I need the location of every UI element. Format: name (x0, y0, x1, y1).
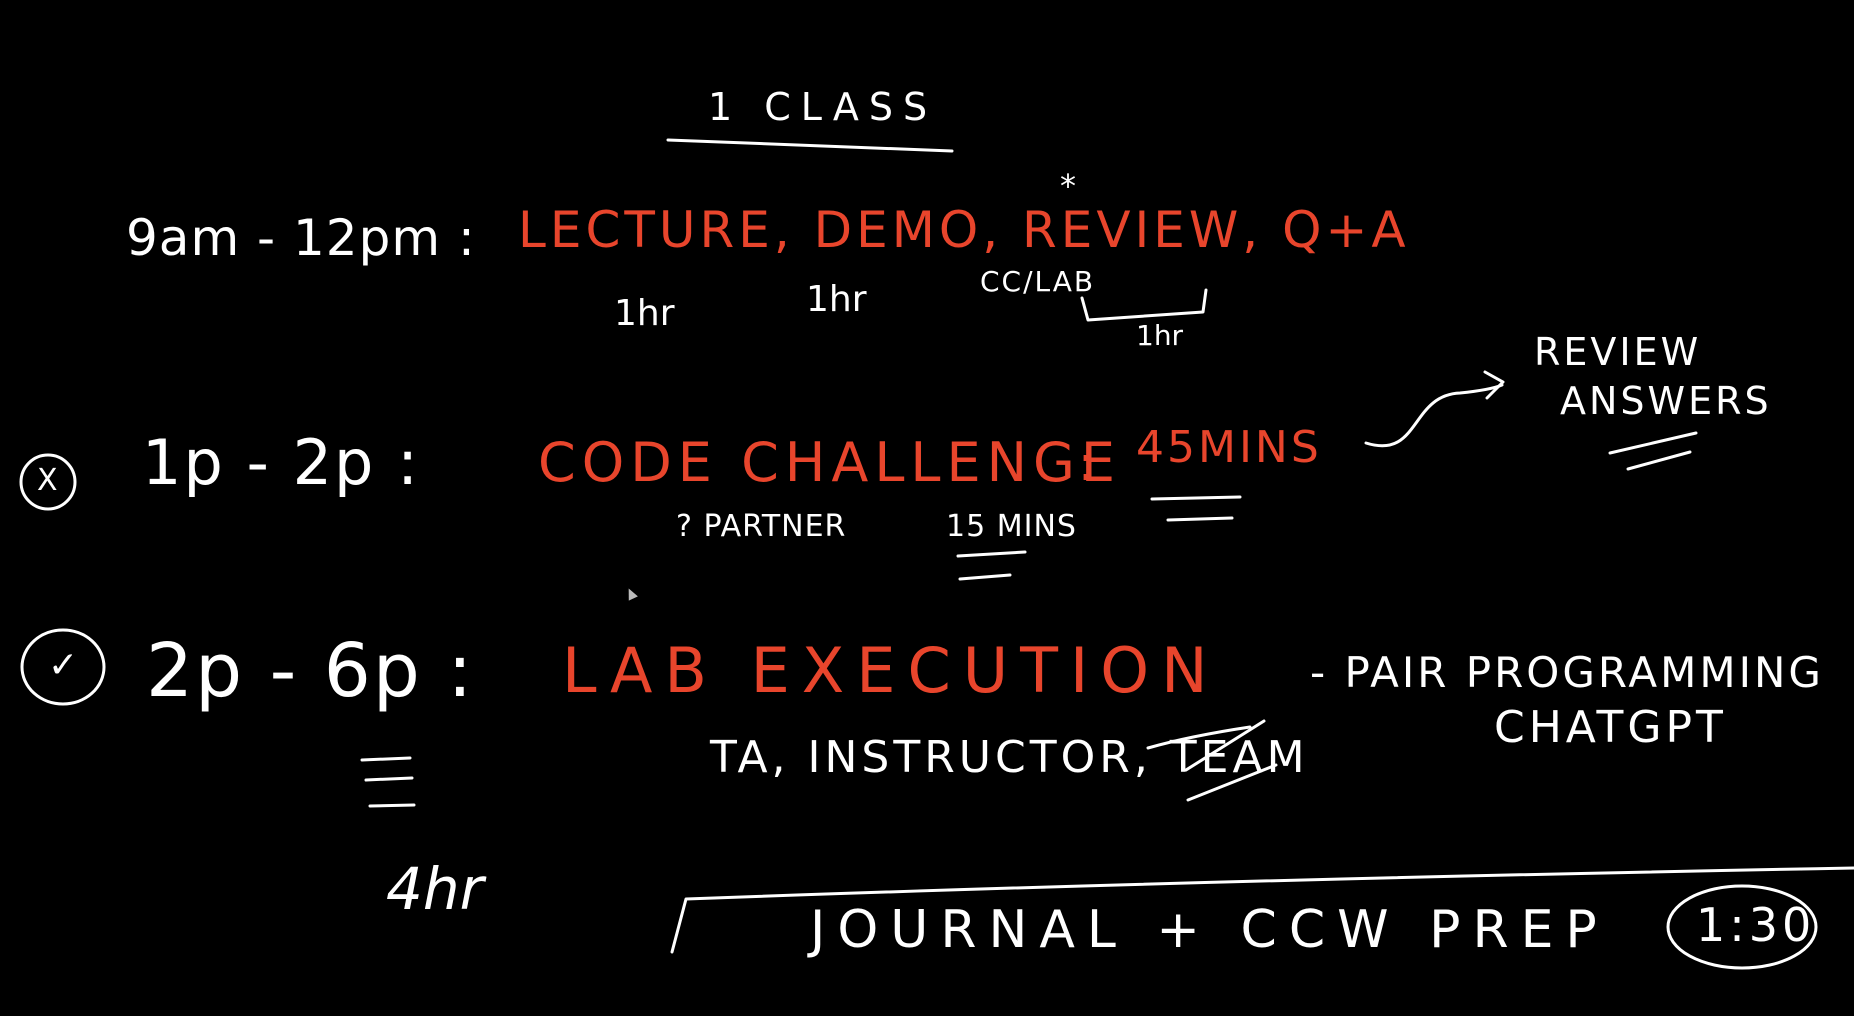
review-arrow-head (1483, 370, 1505, 400)
duration-underline-1 (1150, 495, 1242, 501)
partner-underline-1 (956, 550, 1027, 558)
row2-followup-answers: ANSWERS (1560, 379, 1772, 423)
row1-time: 9am - 12pm : (126, 209, 476, 267)
row1-note-demo: 1hr (806, 279, 867, 320)
time-underline-3 (368, 803, 416, 808)
whiteboard-canvas: 1 CLASS * 9am - 12pm : LECTURE, DEMO, RE… (0, 0, 1854, 1016)
row3-pair-programming: - PAIR PROGRAMMING (1310, 648, 1824, 697)
row1-note-cclab: CC/LAB (980, 265, 1096, 298)
asterisk-mark: * (1060, 167, 1076, 205)
row2-note-partner: ? PARTNER (676, 509, 847, 544)
bracket-1hr (1080, 288, 1208, 322)
row2-activity: CODE CHALLENGE (538, 431, 1121, 494)
time-underline-1 (360, 756, 412, 762)
partner-underline-2 (958, 573, 1012, 581)
row3-support: TA, INSTRUCTOR, TEAM (710, 732, 1309, 783)
duration-underline-2 (1166, 516, 1234, 522)
review-underline-1 (1608, 431, 1698, 455)
row1-activity: LECTURE, DEMO, REVIEW, Q+A (518, 201, 1410, 259)
row2-separator: : (1078, 436, 1095, 492)
row2-time: 1p - 2p : (142, 426, 420, 499)
row3-total: 4hr (386, 855, 484, 923)
review-underline-2 (1626, 450, 1692, 471)
row1-note-qa: 1hr (1136, 319, 1184, 352)
page-title: 1 CLASS (708, 85, 938, 129)
title-underline (666, 138, 954, 153)
review-arrow (1364, 383, 1504, 448)
row1-note-lecture: 1hr (614, 293, 675, 334)
row2-note-minutes: 15 MINS (946, 509, 1077, 544)
footer-label: JOURNAL + CCW PREP (810, 900, 1609, 960)
row2-followup-review: REVIEW (1534, 330, 1702, 374)
row2-mark: X (37, 463, 58, 498)
row3-mark: ✓ (48, 645, 79, 686)
row3-time: 2p - 6p : (146, 628, 475, 714)
row2-duration: 45MINS (1136, 422, 1322, 473)
time-underline-2 (364, 776, 414, 782)
row3-activity: LAB EXECUTION (562, 634, 1220, 707)
row3-chatgpt: CHATGPT (1494, 702, 1727, 753)
ink-strokes (19, 138, 1854, 970)
footer-badge: 1:30 (1696, 898, 1816, 952)
